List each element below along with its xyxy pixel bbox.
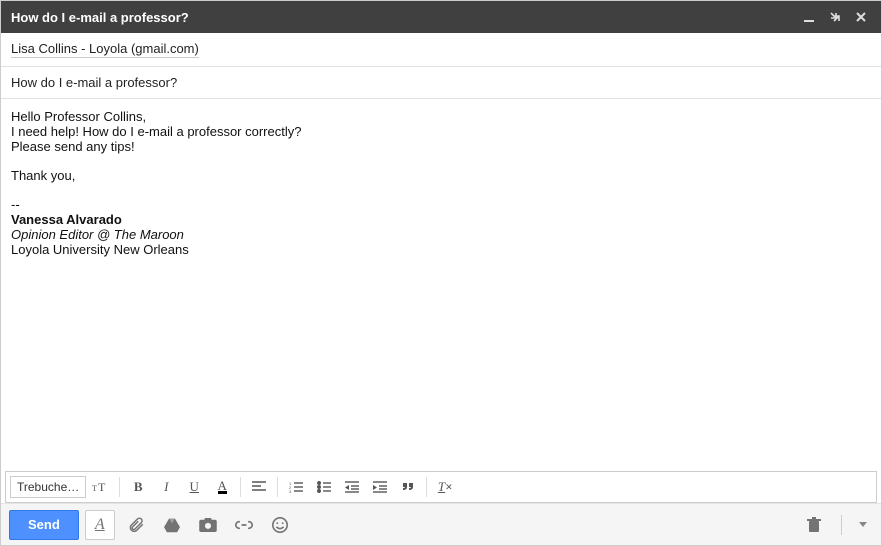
- indent-more-button[interactable]: [367, 475, 393, 499]
- body-line: Thank you,: [11, 168, 871, 183]
- discard-draft-icon[interactable]: [799, 510, 829, 540]
- recipient-chip[interactable]: Lisa Collins - Loyola (gmail.com): [11, 41, 199, 58]
- align-button[interactable]: [246, 475, 272, 499]
- body-line: Please send any tips!: [11, 139, 871, 154]
- more-options-button[interactable]: [853, 510, 873, 540]
- insert-drive-icon[interactable]: [157, 510, 187, 540]
- signature-role: Opinion Editor @ The Maroon: [11, 227, 871, 242]
- minimize-button[interactable]: [799, 7, 819, 27]
- quote-button[interactable]: [395, 475, 421, 499]
- send-button[interactable]: Send: [9, 510, 79, 540]
- insert-link-icon[interactable]: [229, 510, 259, 540]
- italic-button[interactable]: I: [153, 475, 179, 499]
- bullet-list-button[interactable]: [311, 475, 337, 499]
- font-selector[interactable]: Trebuche…: [10, 476, 86, 498]
- separator: [426, 477, 427, 497]
- indent-less-button[interactable]: [339, 475, 365, 499]
- popout-button[interactable]: [825, 7, 845, 27]
- insert-emoji-icon[interactable]: [265, 510, 295, 540]
- to-field[interactable]: Lisa Collins - Loyola (gmail.com): [1, 33, 881, 67]
- text-color-button[interactable]: A: [209, 475, 235, 499]
- separator: [240, 477, 241, 497]
- signature-org: Loyola University New Orleans: [11, 242, 871, 257]
- bottom-toolbar: Send A: [1, 503, 881, 545]
- message-body[interactable]: Hello Professor Collins, I need help! Ho…: [1, 99, 881, 471]
- more-vertical-separator: [835, 510, 847, 540]
- signature-separator: --: [11, 197, 871, 212]
- toggle-formatting-icon[interactable]: A: [85, 510, 115, 540]
- remove-formatting-button[interactable]: T✕: [432, 475, 458, 499]
- font-label: Trebuche…: [17, 480, 79, 494]
- subject-field[interactable]: How do I e-mail a professor?: [1, 67, 881, 99]
- insert-photo-icon[interactable]: [193, 510, 223, 540]
- window-title: How do I e-mail a professor?: [11, 10, 793, 25]
- compose-window: How do I e-mail a professor? Lisa Collin…: [0, 0, 882, 546]
- svg-text:T: T: [92, 484, 97, 493]
- separator: [277, 477, 278, 497]
- attach-file-icon[interactable]: [121, 510, 151, 540]
- font-size-button[interactable]: TT: [88, 475, 114, 499]
- titlebar: How do I e-mail a professor?: [1, 1, 881, 33]
- chevron-down-icon: [859, 522, 867, 527]
- formatting-toolbar: Trebuche… TT B I U A 123: [5, 471, 877, 503]
- signature-name: Vanessa Alvarado: [11, 212, 871, 227]
- header-fields: Lisa Collins - Loyola (gmail.com) How do…: [1, 33, 881, 99]
- underline-button[interactable]: U: [181, 475, 207, 499]
- numbered-list-button[interactable]: 123: [283, 475, 309, 499]
- bold-button[interactable]: B: [125, 475, 151, 499]
- body-line: Hello Professor Collins,: [11, 109, 871, 124]
- close-button[interactable]: [851, 7, 871, 27]
- separator: [119, 477, 120, 497]
- svg-text:3: 3: [289, 489, 292, 493]
- body-line: I need help! How do I e-mail a professor…: [11, 124, 871, 139]
- svg-text:T: T: [98, 480, 106, 494]
